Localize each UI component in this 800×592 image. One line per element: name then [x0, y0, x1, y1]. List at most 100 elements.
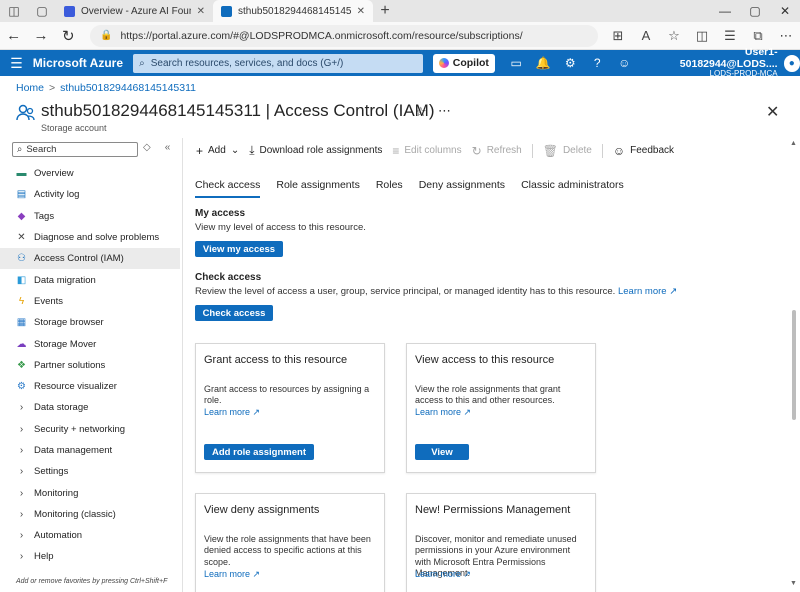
more-options-icon[interactable]: ⋯ — [438, 103, 451, 119]
sidebar-item-access-control-iam[interactable]: ⚇ Access Control (IAM) — [0, 248, 180, 270]
forward-icon[interactable]: → — [27, 22, 54, 50]
profile-icon[interactable]: ◫ — [0, 0, 28, 22]
cloud-shell-icon[interactable]: ▭ — [503, 50, 530, 76]
sidebar-item-monitoring-classic[interactable]: › Monitoring (classic) — [0, 504, 180, 525]
learn-more-link[interactable]: Learn more ↗ — [204, 407, 260, 418]
learn-more-link[interactable]: Learn more — [618, 286, 667, 297]
maximize-icon[interactable]: ▢ — [740, 0, 770, 22]
add-role-assignment-button[interactable]: Add role assignment — [204, 444, 314, 460]
sidebar-item-settings[interactable]: › Settings — [0, 461, 180, 482]
view-my-access-button[interactable]: View my access — [195, 241, 283, 257]
close-tab-icon[interactable]: ✕ — [197, 6, 205, 17]
view-button[interactable]: View — [415, 444, 469, 460]
check-access-button[interactable]: Check access — [195, 305, 273, 321]
app-available-icon[interactable]: ⊞ — [604, 22, 632, 50]
tab-roles[interactable]: Roles — [376, 179, 403, 198]
people-icon: ⚇ — [17, 253, 26, 265]
expand-collapse-icon[interactable]: ◇ — [143, 142, 151, 153]
sidebar-item-events[interactable]: ϟ Events — [0, 291, 180, 312]
download-icon: ⤓ — [249, 143, 255, 157]
url-field[interactable]: 🔒 https://portal.azure.com/#@LODSPRODMCA… — [89, 24, 598, 47]
edit-columns-button[interactable]: ≡ Edit columns — [392, 144, 461, 158]
tab-deny-assignments[interactable]: Deny assignments — [419, 179, 505, 198]
sidebar-item-activity-log[interactable]: ▤ Activity log — [0, 184, 180, 205]
sidebar-item-data-storage[interactable]: › Data storage — [0, 397, 180, 418]
notifications-icon[interactable]: 🔔 — [530, 50, 557, 76]
avatar-icon[interactable]: ● — [783, 54, 800, 72]
account-info[interactable]: User1-50182944@LODS.... LODS-PROD-MCA — [652, 46, 778, 79]
sidebar-item-data-migration[interactable]: ◧ Data migration — [0, 269, 180, 290]
tab-check-access[interactable]: Check access — [195, 179, 261, 198]
url-text: https://portal.azure.com/#@LODSPRODMCA.o… — [120, 29, 523, 42]
favorites-icon[interactable]: ☰ — [716, 22, 744, 50]
scroll-thumb[interactable] — [792, 310, 796, 420]
sidebar-item-monitoring[interactable]: › Monitoring — [0, 482, 180, 503]
sidebar-item-partner-solutions[interactable]: ❖ Partner solutions — [0, 355, 180, 376]
copilot-button[interactable]: Copilot — [432, 53, 495, 73]
tag-icon: ◆ — [17, 210, 26, 222]
favorite-star-icon[interactable]: ☆ — [660, 22, 688, 50]
tab-classic-administrators[interactable]: Classic administrators — [521, 179, 624, 198]
close-window-icon[interactable]: ✕ — [770, 0, 800, 22]
feedback-label: Feedback — [630, 145, 675, 156]
check-access-text: Review the level of access a user, group… — [195, 286, 616, 297]
external-link-icon: ↗ — [669, 286, 678, 297]
learn-more-link[interactable]: Learn more ↗ — [204, 569, 260, 580]
address-bar: ← → ↻ 🔒 https://portal.azure.com/#@LODSP… — [0, 22, 800, 50]
delete-button[interactable]: 🗑 Delete — [543, 144, 592, 158]
help-icon[interactable]: ? — [584, 50, 611, 76]
sidebar-item-diagnose-and-solve-problems[interactable]: ✕ Diagnose and solve problems — [0, 227, 180, 248]
split-screen-icon[interactable]: ◫ — [688, 22, 716, 50]
back-icon[interactable]: ← — [0, 22, 27, 50]
add-button[interactable]: + Add ⌄ — [196, 144, 239, 158]
collapse-sidebar-icon[interactable]: « — [165, 142, 171, 153]
chevron-right-icon: › — [19, 487, 24, 499]
browser-tab-storage[interactable]: sthub5018294468145145311 - M ✕ — [213, 0, 373, 22]
feedback-icon[interactable]: ☺ — [611, 50, 638, 76]
sidebar-item-storage-browser[interactable]: ▦ Storage browser — [0, 312, 180, 333]
view-access-card: View access to this resource View the ro… — [406, 343, 596, 473]
breadcrumb-resource[interactable]: sthub5018294468145145311 — [60, 82, 196, 94]
user-name: User1-50182944@LODS.... — [679, 46, 778, 70]
check-access-heading: Check access — [195, 272, 262, 283]
learn-more-link[interactable]: Learn more ↗ — [415, 407, 471, 418]
tab-role-assignments[interactable]: Role assignments — [276, 179, 359, 198]
sidebar-item-tags[interactable]: ◆ Tags — [0, 206, 180, 227]
content-scrollbar[interactable]: ▲ ▼ — [789, 138, 799, 592]
sidebar-item-storage-mover[interactable]: ☁ Storage Mover — [0, 333, 180, 354]
learn-more-link[interactable]: Learn more ↗ — [415, 569, 471, 580]
reload-icon[interactable]: ↻ — [55, 22, 82, 50]
settings-gear-icon[interactable]: ⚙ — [557, 50, 584, 76]
migration-icon: ◧ — [16, 274, 27, 286]
pin-star-icon[interactable]: ☆ — [415, 104, 427, 120]
azure-brand[interactable]: Microsoft Azure — [33, 56, 133, 70]
scroll-down-icon[interactable]: ▼ — [790, 580, 797, 587]
refresh-button[interactable]: ↻ Refresh — [472, 144, 522, 158]
sidebar-item-overview[interactable]: ▬ Overview — [0, 163, 180, 184]
browser-tab-ai-foundry[interactable]: Overview - Azure AI Foundry ✕ — [56, 0, 213, 22]
global-search-input[interactable]: ⌕ Search resources, services, and docs (… — [133, 53, 423, 73]
sidebar-item-automation[interactable]: › Automation — [0, 525, 180, 546]
sidebar-item-resource-visualizer[interactable]: ⚙ Resource visualizer — [0, 376, 180, 397]
feedback-button[interactable]: ☺ Feedback — [613, 144, 674, 158]
sidebar-search-input[interactable]: ⌕ Search — [12, 142, 138, 157]
close-blade-icon[interactable]: ✕ — [766, 102, 779, 122]
lock-icon[interactable]: 🔒 — [100, 30, 112, 41]
breadcrumb-home[interactable]: Home — [16, 82, 44, 94]
read-aloud-icon[interactable]: A — [632, 22, 660, 50]
sidebar-item-help[interactable]: › Help — [0, 546, 180, 567]
new-tab-button[interactable]: + — [373, 0, 397, 22]
close-tab-icon[interactable]: ✕ — [357, 6, 365, 17]
permissions-management-card: New! Permissions Management Discover, mo… — [406, 493, 596, 592]
minimize-icon[interactable]: — — [710, 0, 740, 22]
tab-actions-icon[interactable]: ▢ — [28, 0, 56, 22]
sidebar-item-label: Data management — [34, 445, 113, 456]
download-role-assignments-button[interactable]: ⤓ Download role assignments — [249, 143, 382, 158]
sidebar-item-data-management[interactable]: › Data management — [0, 440, 180, 461]
portal-menu-icon[interactable]: ☰ — [0, 55, 33, 72]
my-access-heading: My access — [195, 208, 246, 219]
sidebar-item-label: Monitoring (classic) — [34, 508, 116, 520]
sidebar: ▬ Overview ▤ Activity log ◆ Tags ✕ Diagnose and… — [0, 163, 180, 568]
scroll-up-icon[interactable]: ▲ — [790, 140, 797, 147]
sidebar-item-security-networking[interactable]: › Security + networking — [0, 419, 180, 440]
